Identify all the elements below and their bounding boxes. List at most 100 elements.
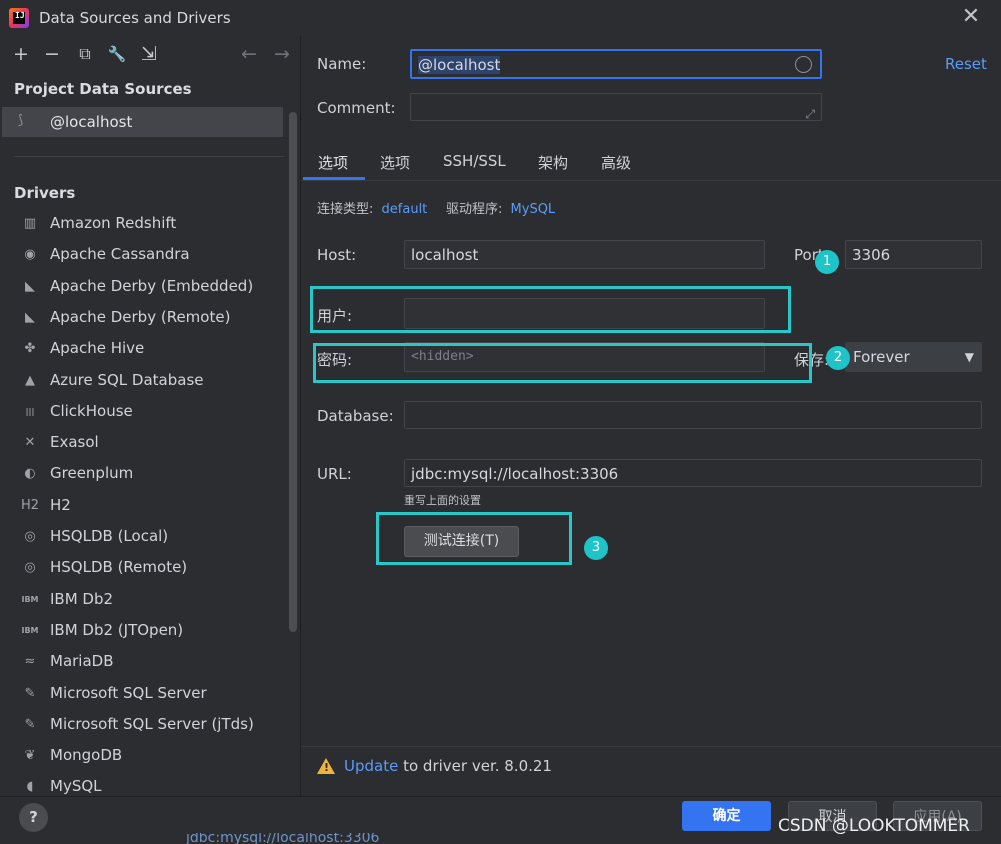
driver-item[interactable]: ✎ Microsoft SQL Server (jTds) — [0, 710, 290, 741]
annotation-badge-2: 2 — [826, 346, 850, 370]
database-input[interactable] — [404, 401, 982, 429]
driver-item[interactable]: ✤ Apache Hive — [0, 334, 290, 365]
database-label: Database: — [317, 407, 394, 425]
driver-icon: ◎ — [24, 560, 36, 576]
driver-icon: ◣ — [25, 309, 35, 325]
connection-type-row: 连接类型: default — [317, 198, 427, 217]
comment-input[interactable]: ⤢ — [410, 93, 822, 121]
driver-item[interactable]: ◎ HSQLDB (Local) — [0, 522, 290, 553]
driver-icon: ✎ — [24, 716, 36, 732]
add-icon[interactable]: + — [9, 42, 33, 66]
driver-label: Apache Hive — [50, 339, 145, 358]
data-source-localhost[interactable]: ⟆ @localhost — [2, 107, 283, 137]
save-password-select[interactable]: Forever ▼ — [845, 342, 982, 372]
url-input[interactable]: jdbc:mysql://localhost:3306 — [404, 459, 982, 487]
driver-item[interactable]: ◐ Greenplum — [0, 459, 290, 490]
driver-item[interactable]: ≈ MariaDB — [0, 647, 290, 678]
intellij-app-icon: IJ — [9, 8, 29, 28]
back-arrow-icon[interactable]: ← — [237, 42, 261, 66]
driver-item[interactable]: ◖ MySQL — [0, 772, 290, 796]
port-input[interactable]: 3306 — [845, 240, 982, 269]
background-text: jdbc:mysql://localhost:3306 — [186, 833, 380, 844]
driver-label: Azure SQL Database — [50, 370, 204, 389]
expand-icon[interactable]: ⤢ — [805, 100, 815, 128]
driver-item[interactable]: IBM IBM Db2 — [0, 585, 290, 616]
driver-label: IBM Db2 — [50, 589, 114, 608]
tab-ssh-ssl[interactable]: SSH/SSL — [443, 152, 506, 170]
driver-item[interactable]: ❦ MongoDB — [0, 741, 290, 772]
driver-label: Apache Cassandra — [50, 245, 190, 264]
tab-advanced[interactable]: 高级 — [601, 152, 631, 173]
import-icon[interactable]: ⇲ — [137, 42, 161, 66]
driver-item[interactable]: ◣ Apache Derby (Remote) — [0, 303, 290, 334]
settings-panel: Name: @localhost Reset Comment: ⤢ 选项 选项 … — [301, 36, 1001, 796]
name-input[interactable]: @localhost — [410, 49, 822, 79]
annotation-badge-3: 3 — [584, 536, 608, 560]
mysql-dolphin-icon: ⟆ — [18, 113, 24, 128]
driver-label: Greenplum — [50, 464, 134, 483]
driver-label: MySQL — [50, 777, 102, 796]
driver-icon: ≈ — [24, 654, 36, 670]
driver-item[interactable]: ✎ Microsoft SQL Server — [0, 679, 290, 710]
annotation-box-password — [313, 343, 812, 383]
tab-schemas[interactable]: 架构 — [538, 152, 568, 173]
host-input[interactable]: localhost — [404, 240, 765, 269]
sidebar: + − ⧉ 🔧 ⇲ ← → Project Data Sources ⟆ @lo… — [0, 36, 300, 796]
copy-icon[interactable]: ⧉ — [73, 42, 97, 66]
driver-update-bar: ! Update to driver ver. 8.0.21 — [301, 746, 1001, 786]
project-data-sources-header: Project Data Sources — [14, 80, 192, 98]
driver-item[interactable]: H2 H2 — [0, 491, 290, 522]
csdn-watermark: CSDN @LOOKTOMMER — [778, 816, 970, 836]
warning-message: Update to driver ver. 8.0.21 — [344, 757, 552, 775]
driver-item[interactable]: ||| ClickHouse — [0, 397, 290, 428]
driver-item[interactable]: ◣ Apache Derby (Embedded) — [0, 272, 290, 303]
ok-button[interactable]: 确定 — [682, 801, 771, 831]
active-tab-indicator — [303, 177, 365, 180]
help-icon[interactable]: ? — [19, 803, 48, 832]
driver-icon: ◐ — [24, 466, 36, 482]
annotation-box-user — [310, 286, 791, 333]
tab-general[interactable]: 选项 — [318, 152, 348, 173]
driver-label: HSQLDB (Remote) — [50, 558, 188, 577]
save-password-value: Forever — [853, 348, 910, 366]
tab-options[interactable]: 选项 — [380, 152, 410, 173]
remove-icon[interactable]: − — [40, 42, 64, 66]
forward-arrow-icon[interactable]: → — [270, 42, 294, 66]
driver-label: HSQLDB (Local) — [50, 527, 169, 545]
update-link[interactable]: Update — [344, 757, 398, 775]
reset-link[interactable]: Reset — [945, 55, 987, 73]
driver-icon: IBM — [21, 625, 39, 635]
driver-item[interactable]: ✕ Exasol — [0, 428, 290, 459]
sidebar-scrollbar[interactable] — [289, 112, 297, 632]
driver-icon: ◎ — [24, 529, 36, 544]
driver-value[interactable]: MySQL — [511, 202, 556, 217]
driver-item[interactable]: ▥ Amazon Redshift — [0, 209, 290, 240]
driver-icon: ◉ — [24, 247, 36, 263]
title-bar: IJ Data Sources and Drivers ✕ — [0, 0, 1001, 36]
data-source-label: @localhost — [50, 113, 133, 131]
driver-label: IBM Db2 (JTOpen) — [50, 620, 184, 639]
driver-icon: ||| — [25, 406, 35, 416]
sidebar-divider — [14, 156, 284, 157]
driver-icon: ◖ — [26, 779, 34, 795]
driver-item[interactable]: ◎ HSQLDB (Remote) — [0, 553, 290, 584]
driver-label: Apache Derby (Embedded) — [50, 276, 254, 295]
warning-icon: ! — [317, 758, 335, 774]
driver-label: MongoDB — [50, 746, 123, 765]
annotation-box-test — [376, 512, 572, 565]
wrench-icon[interactable]: 🔧 — [105, 42, 129, 66]
driver-item[interactable]: ▲ Azure SQL Database — [0, 366, 290, 397]
dialog-footer: jdbc:mysql://localhost:3306 ? 确定 取消 应用(A… — [0, 796, 1001, 844]
connection-type-value[interactable]: default — [382, 202, 428, 217]
driver-icon: ✕ — [24, 435, 36, 451]
url-label: URL: — [317, 465, 352, 483]
driver-label: Amazon Redshift — [50, 214, 177, 232]
driver-icon: ▲ — [25, 372, 35, 388]
close-icon[interactable]: ✕ — [960, 6, 982, 28]
driver-item[interactable]: IBM IBM Db2 (JTOpen) — [0, 616, 290, 647]
driver-label: MariaDB — [50, 652, 114, 671]
driver-icon: ✎ — [24, 685, 36, 701]
driver-item[interactable]: ◉ Apache Cassandra — [0, 240, 290, 271]
driver-label: Microsoft SQL Server (jTds) — [50, 714, 254, 733]
driver-row: 驱动程序: MySQL — [446, 198, 555, 217]
